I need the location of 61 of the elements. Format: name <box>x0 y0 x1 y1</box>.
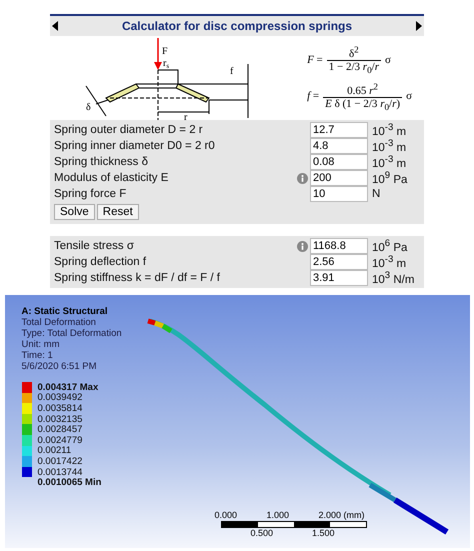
scale-label: 1.500 <box>312 528 334 539</box>
unit-label: 10$^{3}$ N/m <box>371 270 416 286</box>
solve-button[interactable]: Solve <box>54 204 95 220</box>
spring-diagram-drawing: F r$_{s}$ f δ r <box>76 36 276 120</box>
formula-denominator: E δ (1 − 2/3 r$_{0}$/r) <box>323 96 402 112</box>
field-label: Tensile stress σ <box>54 240 135 252</box>
field-label: Spring deflection f <box>54 256 148 268</box>
scale-label: 1.000 <box>266 510 290 521</box>
info-icon[interactable] <box>296 240 308 252</box>
legend-label: 0.0010065 Min <box>38 477 102 488</box>
value-field[interactable]: 4.8 <box>310 138 368 154</box>
value-field[interactable]: 10 <box>310 186 368 202</box>
legend-label: 0.0039492 <box>38 392 82 404</box>
right-arrow-icon[interactable] <box>416 21 422 31</box>
unit-label: 10$^{9}$ Pa <box>371 170 408 186</box>
scale-label: 0.000 <box>214 510 238 521</box>
legend-label: 0.0035814 <box>38 402 82 414</box>
legend-label: 0.0028457 <box>38 424 82 436</box>
value-field[interactable]: 1168.8 <box>310 238 368 254</box>
result-info-text: Time: 1 <box>22 350 53 361</box>
scale-label: 2.000 (mm) <box>318 510 364 521</box>
legend-label: 0.0032135 <box>38 414 82 425</box>
unit-label: 10$^{6}$ Pa <box>371 238 408 254</box>
calculator-title: Calculator for disc compression springs <box>122 19 352 33</box>
unit-label: 10$^{-3}$ m <box>371 254 408 270</box>
field-label: Spring force F <box>54 188 128 200</box>
legend-label: 0.0013744 <box>38 466 82 478</box>
formula-factor: σ <box>384 54 391 66</box>
result-info-text: A: Static Structural <box>22 306 108 317</box>
formula-factor: σ <box>406 90 412 102</box>
value-field[interactable]: 12.7 <box>310 122 368 138</box>
reset-button[interactable]: Reset <box>96 204 139 220</box>
left-arrow-icon[interactable] <box>52 21 58 31</box>
unit-label: 10$^{-3}$ m <box>371 138 408 154</box>
value-field[interactable]: 0.08 <box>310 154 368 170</box>
field-label: Spring stiffness k = dF / df = F / f <box>54 272 221 284</box>
field-label: Spring outer diameter D = 2 r <box>54 124 204 136</box>
scale-label: 0.500 <box>250 528 274 539</box>
result-info-text: Type: Total Deformation <box>22 328 122 339</box>
field-label: Spring inner diameter D0 = 2 r0 <box>54 140 216 152</box>
formula-lhs: f = <box>307 90 320 102</box>
result-info-text: Total Deformation <box>22 317 96 328</box>
formula-lhs: F = <box>307 54 323 66</box>
formula-numerator: 0.65 r$^{2}$ <box>346 81 379 97</box>
info-icon[interactable] <box>296 172 308 184</box>
formula-denominator: 1 − 2/3 r$_{0}$/r <box>326 60 381 75</box>
value-field[interactable]: 2.56 <box>310 254 368 270</box>
unit-label: 10$^{-3}$ m <box>371 122 408 138</box>
field-label: Spring thickness δ <box>54 156 149 168</box>
formula-numerator: δ$^{2}$ <box>348 44 360 60</box>
legend-label: 0.00211 <box>38 445 72 456</box>
value-field[interactable]: 3.91 <box>310 270 368 286</box>
field-label: Modulus of elasticity E <box>54 172 170 184</box>
value-field[interactable]: 200 <box>310 170 368 186</box>
unit-label: 10$^{-3}$ m <box>371 154 408 170</box>
result-info-text: Unit: mm <box>22 339 60 350</box>
legend-label: 0.004317 Max <box>38 382 98 393</box>
legend-label: 0.0024779 <box>38 434 82 446</box>
result-info-text: 5/6/2020 6:51 PM <box>22 361 96 372</box>
legend-label: 0.0017422 <box>38 456 82 467</box>
unit-label: N <box>371 188 382 200</box>
